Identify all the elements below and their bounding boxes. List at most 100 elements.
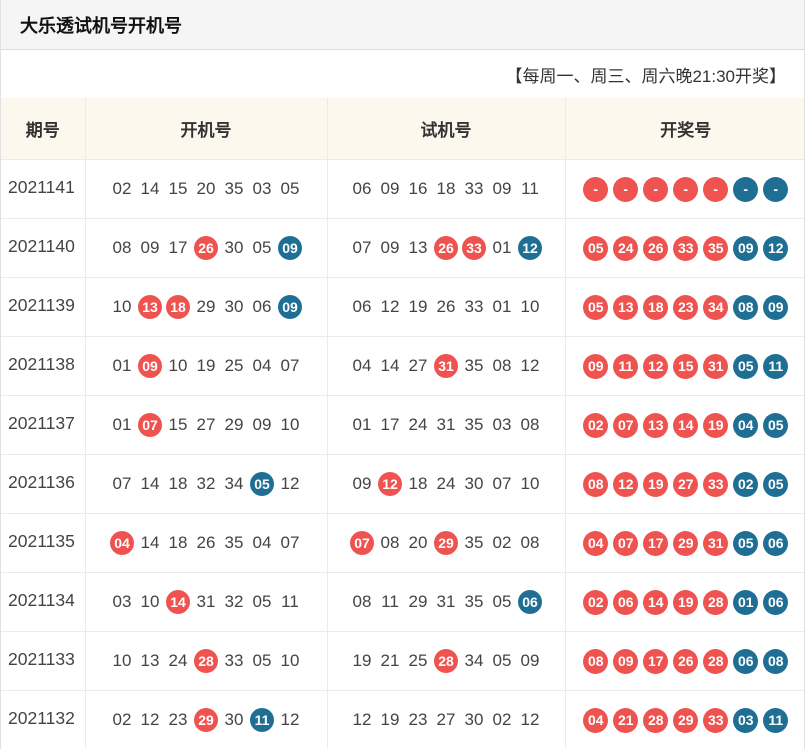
table-row: 2021141 02 14 15 20 35 03 05 06 09 16 18 33 09 11- - - - -… [1, 159, 804, 219]
number: 31 [436, 415, 456, 434]
red-ball: 18 [166, 295, 190, 319]
number: 18 [408, 474, 428, 493]
blue-ball: 11 [763, 707, 789, 733]
blue-ball: 09 [278, 295, 302, 319]
column-header-prize-number: 开奖号 [565, 98, 804, 160]
column-header-trial-number: 试机号 [327, 98, 566, 160]
open-number-list: 02 12 23 29 30 11 12 [108, 708, 304, 732]
red-ball: 18 [643, 294, 669, 320]
prize-number-list: 05 13 18 23 34 08 09 [581, 294, 791, 320]
red-ball: 07 [613, 412, 639, 438]
number: 23 [408, 710, 428, 729]
number: 17 [168, 238, 188, 257]
number: 05 [492, 592, 512, 611]
number: 12 [280, 474, 300, 493]
trial-number-list: 01 17 24 31 35 03 08 [348, 413, 544, 437]
number: 10 [140, 592, 160, 611]
number: 05 [252, 592, 272, 611]
prize-number-list: ------- [581, 176, 791, 202]
blue-ball: 09 [733, 235, 759, 261]
number: 19 [196, 356, 216, 375]
trial-number-cell: 04 14 27 31 35 08 12 [327, 336, 566, 396]
number: 10 [520, 474, 540, 493]
number: 29 [408, 592, 428, 611]
trial-number-list: 12 19 23 27 30 02 12 [348, 708, 544, 732]
red-ball: 31 [434, 354, 458, 378]
red-ball: 17 [643, 530, 669, 556]
number: 02 [492, 710, 512, 729]
prize-number-cell: 08 09 17 26 28 06 08 [565, 631, 804, 691]
red-ball: - [613, 176, 639, 202]
prize-number-cell: 05 24 26 33 35 09 12 [565, 218, 804, 278]
red-ball: 34 [703, 294, 729, 320]
table-row: 2021137 01 07 15 27 29 09 10 01 17 24 31 35 03 08 02 07 1… [1, 395, 804, 455]
red-ball: 35 [703, 235, 729, 261]
open-number-cell: 08 09 17 26 30 05 09 [85, 218, 328, 278]
red-ball: 33 [673, 235, 699, 261]
number: 24 [168, 651, 188, 670]
red-ball: 05 [583, 235, 609, 261]
number: 29 [196, 297, 216, 316]
table-row: 2021133 10 13 24 28 33 05 10 19 21 25 28 34 05 09 08 09 1… [1, 631, 804, 691]
red-ball: 12 [613, 471, 639, 497]
number: 02 [112, 710, 132, 729]
red-ball: 06 [613, 589, 639, 615]
prize-number-list: 09 11 12 15 31 05 11 [581, 353, 791, 379]
number: 30 [224, 238, 244, 257]
table-row: 2021134 03 10 14 31 32 05 11 08 11 29 31 35 05 06 02 06 1… [1, 572, 804, 632]
table-header-row: 期号 开机号 试机号 开奖号 [1, 98, 804, 160]
red-ball: - [673, 176, 699, 202]
red-ball: 09 [613, 648, 639, 674]
number: 34 [224, 474, 244, 493]
red-ball: 14 [643, 589, 669, 615]
table-row: 2021138 01 09 10 19 25 04 07 04 14 27 31 35 08 12 09 11 1… [1, 336, 804, 396]
number: 07 [280, 533, 300, 552]
number: 11 [521, 179, 539, 198]
open-number-list: 02 14 15 20 35 03 05 [108, 177, 304, 201]
number: 18 [168, 474, 188, 493]
blue-ball: - [733, 176, 759, 202]
number: 02 [492, 533, 512, 552]
trial-number-cell: 09 12 18 24 30 07 10 [327, 454, 566, 514]
open-number-cell: 04 14 18 26 35 04 07 [85, 513, 328, 573]
open-number-list: 03 10 14 31 32 05 11 [108, 590, 304, 614]
number: 09 [252, 415, 272, 434]
trial-number-list: 04 14 27 31 35 08 12 [348, 354, 544, 378]
number: 08 [520, 415, 540, 434]
red-ball: 04 [110, 531, 134, 555]
number: 15 [168, 415, 188, 434]
trial-number-cell: 12 19 23 27 30 02 12 [327, 690, 566, 749]
open-number-list: 08 09 17 26 30 05 09 [108, 236, 304, 260]
number: 10 [280, 651, 300, 670]
number: 15 [168, 179, 188, 198]
trial-number-cell: 07 09 13 26 33 01 12 [327, 218, 566, 278]
prize-number-cell: 09 11 12 15 31 05 11 [565, 336, 804, 396]
number: 10 [168, 356, 188, 375]
number: 11 [281, 592, 299, 611]
prize-number-list: 02 07 13 14 19 04 05 [581, 412, 791, 438]
blue-ball: 03 [733, 707, 759, 733]
number: 20 [196, 179, 216, 198]
column-header-issue: 期号 [1, 98, 86, 160]
trial-number-list: 08 11 29 31 35 05 06 [348, 590, 544, 614]
open-number-cell: 10 13 24 28 33 05 10 [85, 631, 328, 691]
number: 10 [112, 651, 132, 670]
number: 08 [520, 533, 540, 552]
prize-number-list: 04 21 28 29 33 03 11 [581, 707, 791, 733]
open-number-cell: 01 09 10 19 25 04 07 [85, 336, 328, 396]
number: 17 [380, 415, 400, 434]
number: 25 [408, 651, 428, 670]
number: 07 [492, 474, 512, 493]
number: 10 [112, 297, 132, 316]
page-title: 大乐透试机号开机号 [20, 15, 182, 36]
red-ball: 28 [703, 589, 729, 615]
blue-ball: 01 [733, 589, 759, 615]
number: 03 [112, 592, 132, 611]
red-ball: 26 [643, 235, 669, 261]
number: 32 [196, 474, 216, 493]
red-ball: 33 [703, 471, 729, 497]
number: 14 [380, 356, 400, 375]
red-ball: - [643, 176, 669, 202]
number: 08 [380, 533, 400, 552]
number: 14 [140, 533, 160, 552]
